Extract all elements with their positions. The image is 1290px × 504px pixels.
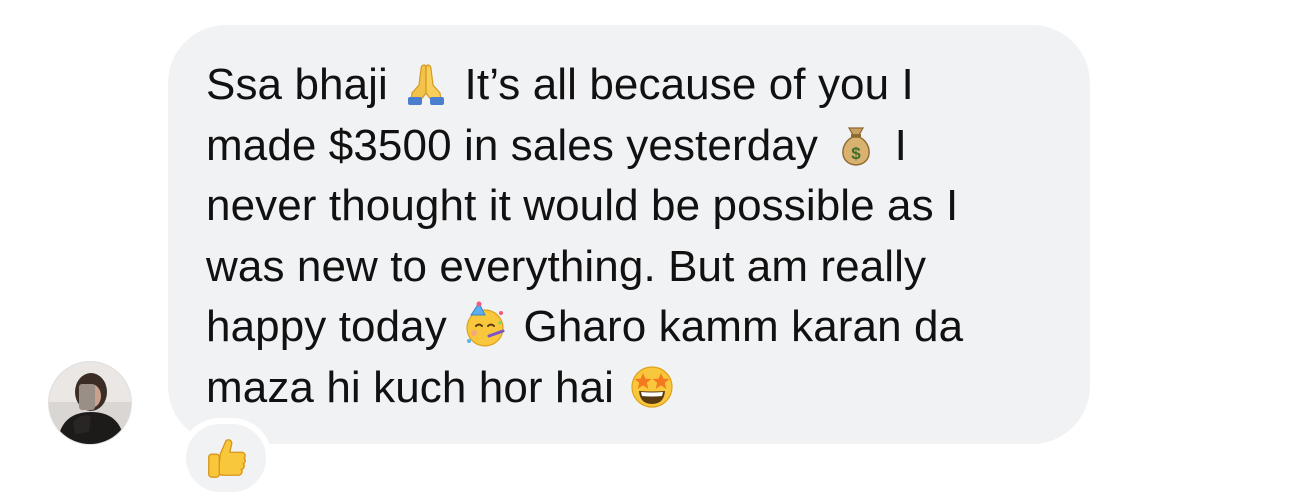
svg-text:$: $ [851,144,861,163]
message-text: Ssa bhaji It’s all because of you I made… [206,55,1050,418]
money-bag-icon: $ [832,120,880,168]
message-line: made $3500 in sales yesterday $ I [206,116,1050,177]
star-struck-icon [628,362,676,410]
message-line: Ssa bhaji It’s all because of you I [206,55,1050,116]
partying-face-icon [461,301,509,349]
message-line: was new to everything. But am really [206,237,1050,298]
message-segment: It’s all because of you I [452,60,914,109]
message-segment: made $3500 in sales yesterday [206,120,831,170]
message-line: happy today Gharo kamm karan da [206,297,1050,358]
message-segment: never thought it would be possible as I [206,181,959,230]
thumbs-up-reaction[interactable] [180,418,272,498]
message-line: never thought it would be possible as I [206,176,1050,237]
folded-hands-icon [402,59,450,107]
message-segment: was new to everything. But am really [206,241,927,291]
message-segment: Ssa bhaji [206,60,401,109]
message-bubble[interactable]: Ssa bhaji It’s all because of you I made… [168,25,1090,444]
message-line: maza hi kuch hor hai [206,358,1050,419]
message-segment: maza hi kuch hor hai [206,362,627,412]
thumbs-up-icon [208,439,246,478]
message-segment: I [882,120,907,170]
avatar-photo [49,362,131,444]
avatar[interactable] [48,361,132,445]
message-segment: Gharo kamm karan da [511,302,964,351]
message-segment: happy today [206,302,460,351]
